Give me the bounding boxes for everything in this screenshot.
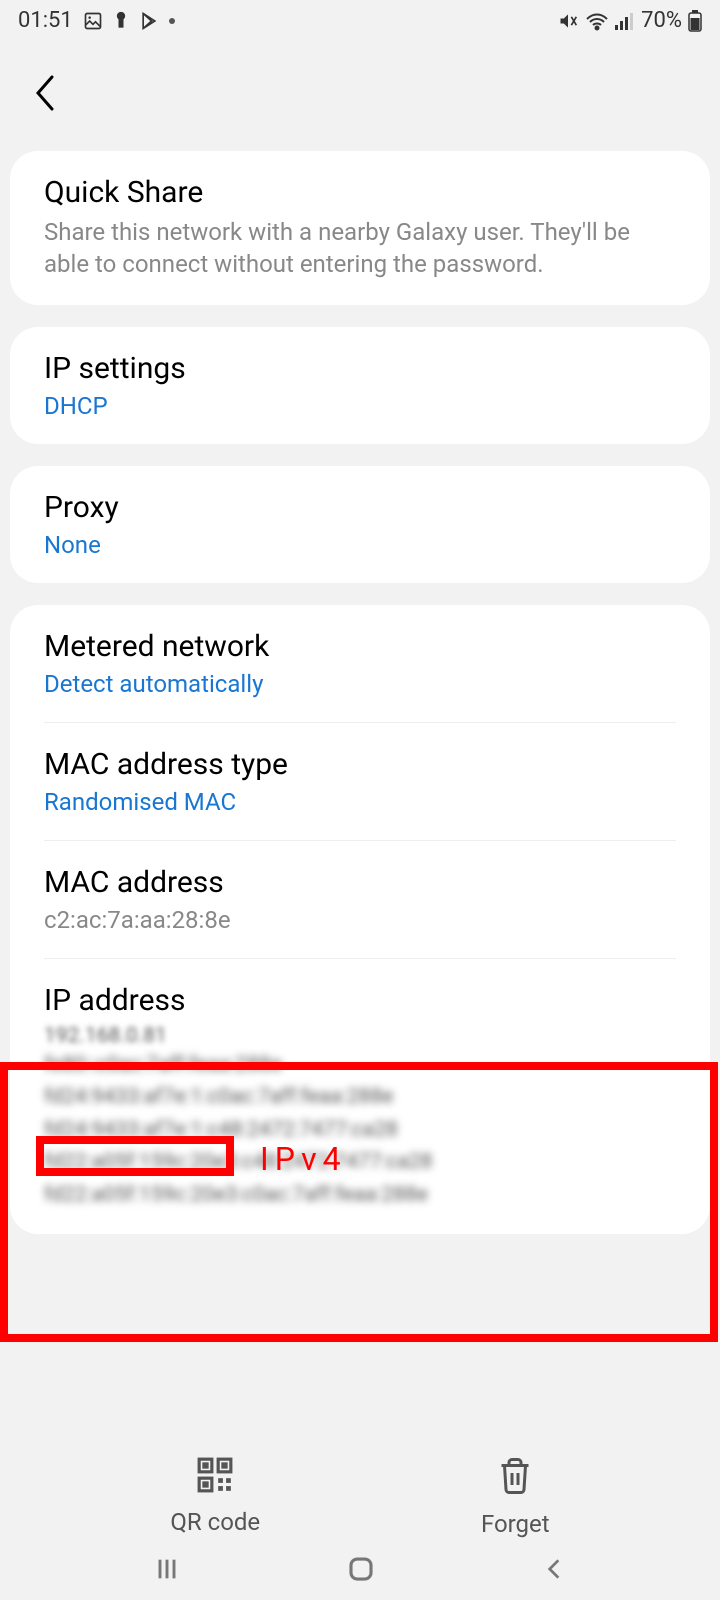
mac-type-title: MAC address type	[44, 747, 676, 782]
nav-recents-button[interactable]	[153, 1555, 181, 1587]
header	[0, 37, 720, 151]
bottom-actions: QR code Forget	[0, 1456, 720, 1538]
status-right: 70%	[557, 8, 702, 33]
ip-address-line1: 192.168.0.81	[44, 1024, 676, 1048]
ip-settings-value: DHCP	[44, 392, 676, 420]
proxy-title: Proxy	[44, 490, 676, 525]
ip-address-line4: fd24:9433:af7e:1:c48:2472:7477:ca28	[44, 1115, 676, 1145]
quick-share-card[interactable]: Quick Share Share this network with a ne…	[10, 151, 710, 305]
ip-settings-title: IP settings	[44, 351, 676, 386]
metered-value: Detect automatically	[44, 670, 676, 698]
metered-network-item[interactable]: Metered network Detect automatically	[44, 605, 676, 723]
proxy-card[interactable]: Proxy None	[10, 466, 710, 583]
nav-back-button[interactable]	[541, 1555, 567, 1587]
nav-home-button[interactable]	[346, 1554, 376, 1588]
ip-address-item: IP address 192.168.0.81 fe80::c0ac:7aff:…	[44, 959, 676, 1234]
proxy-value: None	[44, 531, 676, 559]
status-time: 01:51	[18, 8, 73, 33]
mac-address-item: MAC address c2:ac:7a:aa:28:8e	[44, 841, 676, 959]
status-bar: 01:51 70%	[0, 0, 720, 37]
quick-share-description: Share this network with a nearby Galaxy …	[44, 216, 676, 281]
metered-title: Metered network	[44, 629, 676, 664]
ip-address-title: IP address	[44, 983, 676, 1018]
back-button[interactable]	[24, 65, 68, 121]
mac-address-value: c2:ac:7a:aa:28:8e	[44, 906, 676, 934]
mac-type-value: Randomised MAC	[44, 788, 676, 816]
forget-button[interactable]: Forget	[481, 1456, 550, 1538]
gallery-icon	[83, 11, 103, 31]
battery-percentage: 70%	[641, 8, 682, 33]
forget-label: Forget	[481, 1510, 550, 1538]
quick-share-title: Quick Share	[44, 175, 676, 210]
mute-icon	[557, 11, 579, 31]
signal-icon	[615, 12, 635, 30]
qr-code-icon	[196, 1456, 234, 1498]
qr-code-label: QR code	[170, 1508, 260, 1536]
ip-address-line6: fd22:a05f:159c:20e3:c0ac:7aff:feaa:288e	[44, 1180, 676, 1210]
ip-settings-card[interactable]: IP settings DHCP	[10, 327, 710, 444]
mac-type-item[interactable]: MAC address type Randomised MAC	[44, 723, 676, 841]
trash-icon	[497, 1456, 533, 1500]
mac-address-title: MAC address	[44, 865, 676, 900]
dot-icon	[169, 18, 175, 24]
play-store-icon	[139, 10, 159, 32]
network-details-group: Metered network Detect automatically MAC…	[10, 605, 710, 1234]
ip-address-line3: fd24:9433:af7e:1:c0ac:7aff:feaa:288e	[44, 1082, 676, 1112]
battery-icon	[688, 10, 702, 32]
status-left: 01:51	[18, 8, 175, 33]
ip-address-line5: fd22:a05f:159c:20e3:c48:2472:7477:ca28	[44, 1147, 676, 1177]
qr-code-button[interactable]: QR code	[170, 1456, 260, 1538]
wifi-icon	[585, 11, 609, 31]
navigation-bar	[0, 1542, 720, 1600]
ip-address-line2: fe80::c0ac:7aff:feaa:288e	[44, 1050, 676, 1080]
lock-icon	[113, 11, 129, 31]
